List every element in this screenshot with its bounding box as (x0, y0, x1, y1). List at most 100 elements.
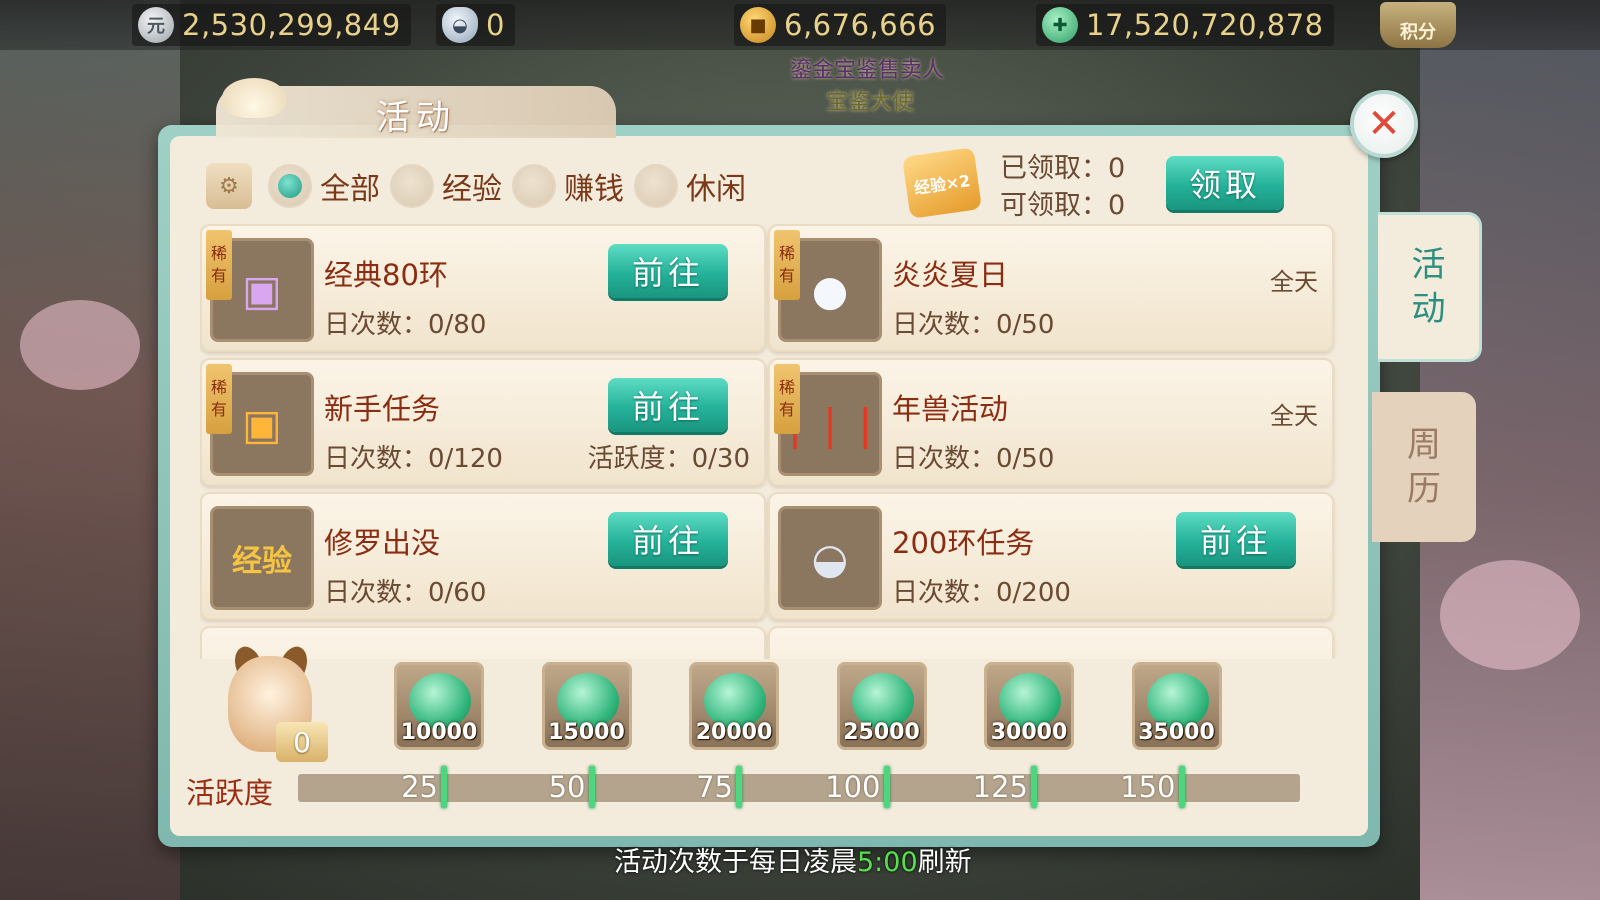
activity-time: 全天 (1270, 402, 1318, 430)
milestone-points: 150 (1120, 770, 1176, 804)
milestone-reward[interactable]: 20000 (689, 662, 779, 750)
filter-exp-label: 经验 (442, 172, 502, 207)
rare-tag-char: 有 (778, 400, 795, 419)
silver-coin-icon: 元 (138, 7, 174, 43)
rare-tag: 稀有 (206, 364, 232, 434)
blossom-decoration (1440, 560, 1580, 670)
activity-card: ◒ 200环任务 日次数：0/200 前往 (768, 492, 1334, 620)
jade-icon: ✚ (1042, 7, 1078, 43)
milestone-reward[interactable]: 30000 (984, 662, 1074, 750)
coin-currency: ■ 6,676,666 (734, 4, 947, 46)
activity-card: 稀有 ▣ 新手任务 日次数：0/120 活跃度：0/30 前往 (200, 358, 766, 486)
filter-row: ⚙ 全部 经验 赚钱 休闲 (206, 158, 756, 214)
go-button[interactable]: 前往 (608, 378, 728, 432)
claim-button[interactable]: 领取 (1166, 156, 1284, 210)
activity-count: 日次数：0/50 (892, 444, 1055, 474)
filter-money-label: 赚钱 (564, 172, 624, 207)
activity-points-current: 0 (276, 722, 328, 762)
go-button[interactable]: 前往 (608, 512, 728, 566)
activity-count: 日次数：0/80 (324, 310, 487, 340)
milestone-reward[interactable]: 25000 (836, 662, 927, 750)
go-button[interactable]: 前往 (608, 244, 728, 298)
tab-calendar-label-1: 周 (1407, 425, 1441, 465)
background-scene-left (0, 0, 180, 900)
npc-name: 鎏金宝鉴售卖人 (790, 58, 945, 83)
milestone-reward[interactable]: 35000 (1131, 662, 1222, 750)
activity-count: 日次数：0/60 (324, 578, 487, 608)
milestone-points: 100 (825, 770, 881, 804)
exp-pouch-icon: 经验 (210, 506, 314, 610)
radio-icon (512, 164, 556, 208)
rare-tag: 稀有 (206, 230, 232, 300)
rare-tag-char: 稀 (778, 244, 795, 263)
rare-tag-char: 稀 (210, 244, 227, 263)
milestone-points: 75 (696, 770, 733, 804)
activity-name: 修罗出没 (324, 526, 441, 560)
rare-tag-char: 有 (210, 400, 227, 419)
activity-name: 经典80环 (324, 258, 448, 292)
milestone-points: 50 (548, 770, 586, 804)
activity-card: 稀有 ❘❘❘ 年兽活动 日次数：0/50 全天 (768, 358, 1334, 486)
milestone-points: 125 (972, 770, 1028, 804)
rare-tag-char: 有 (778, 266, 795, 285)
score-button[interactable]: 积分 (1380, 2, 1456, 48)
milestone-marker (883, 766, 890, 808)
jade-amount: 17,520,720,878 (1086, 8, 1324, 42)
tab-activity-label-1: 活 (1411, 245, 1446, 285)
jade-currency[interactable]: ✚ 17,520,720,878 (1036, 4, 1334, 46)
ingot-icon: ◒ (442, 7, 478, 43)
filter-all[interactable]: 全部 (268, 164, 380, 208)
coin-amount: 6,676,666 (784, 8, 937, 42)
tab-calendar-label-2: 历 (1407, 469, 1441, 509)
window-title: 活动 (376, 98, 456, 138)
tab-calendar[interactable]: 周 历 (1372, 392, 1476, 542)
activity-list[interactable]: 稀有 ▣ 经典80环 日次数：0/80 前往 稀有 ● 炎炎夏日 日次数：0/5… (200, 224, 1350, 659)
silver-currency: 元 2,530,299,849 (132, 4, 411, 46)
activity-count: 日次数：0/200 (892, 578, 1071, 608)
activity-card: 经验 修罗出没 日次数：0/60 前往 (200, 492, 766, 620)
filter-leisure-label: 休闲 (686, 172, 746, 207)
activity-points-label: 活跃度 (186, 776, 274, 810)
reward-amount: 35000 (1138, 720, 1215, 745)
radio-icon (268, 164, 312, 208)
milestone-reward[interactable]: 15000 (541, 662, 632, 750)
filter-icon[interactable]: ⚙ (206, 163, 252, 209)
reward-amount: 25000 (843, 720, 920, 745)
gold-coin-icon: ■ (740, 7, 776, 43)
activity-count: 日次数：0/50 (892, 310, 1055, 340)
reward-amount: 20000 (695, 720, 773, 745)
close-button[interactable]: ✕ (1350, 90, 1418, 158)
filter-money[interactable]: 赚钱 (512, 164, 624, 208)
npc-title: 宝鉴大使 (826, 90, 915, 115)
milestone-points: 25 (401, 770, 438, 804)
exp-double-icon: 经验×2 (902, 147, 982, 219)
activity-name: 新手任务 (324, 392, 441, 426)
rare-tag: 稀有 (774, 230, 800, 300)
activity-card-partial (768, 626, 1334, 659)
reward-amount: 15000 (548, 720, 625, 745)
milestone-marker (1178, 766, 1185, 808)
claim-info: 已领取：0 可领取：0 (1000, 150, 1125, 224)
activity-points-cap: 活跃度：0/30 (587, 444, 750, 474)
blossom-decoration (20, 300, 140, 390)
claimable-count: 可领取：0 (1000, 190, 1126, 221)
milestone-reward[interactable]: 10000 (394, 662, 484, 750)
claimed-count: 已领取：0 (1000, 153, 1126, 184)
activity-name: 200环任务 (892, 526, 1035, 560)
refresh-note-prefix: 活动次数于每日凌晨 (614, 847, 857, 878)
tab-activity[interactable]: 活 动 (1378, 212, 1482, 362)
filter-leisure[interactable]: 休闲 (634, 164, 746, 208)
reward-amount: 30000 (990, 720, 1068, 745)
activity-card: 稀有 ▣ 经典80环 日次数：0/80 前往 (200, 224, 766, 352)
rare-tag: 稀有 (774, 364, 800, 434)
silver-amount: 2,530,299,849 (182, 8, 401, 42)
milestone-marker (441, 766, 447, 808)
silver-ingot-tray-icon: ◒ (778, 506, 882, 610)
refresh-note-time: 5:00 (857, 847, 918, 878)
milestone-marker (588, 766, 595, 808)
go-button[interactable]: 前往 (1176, 512, 1296, 566)
ingot-amount: 0 (486, 8, 505, 42)
filter-exp[interactable]: 经验 (390, 164, 502, 208)
close-icon: ✕ (1367, 101, 1401, 147)
rare-tag-char: 有 (210, 266, 227, 285)
